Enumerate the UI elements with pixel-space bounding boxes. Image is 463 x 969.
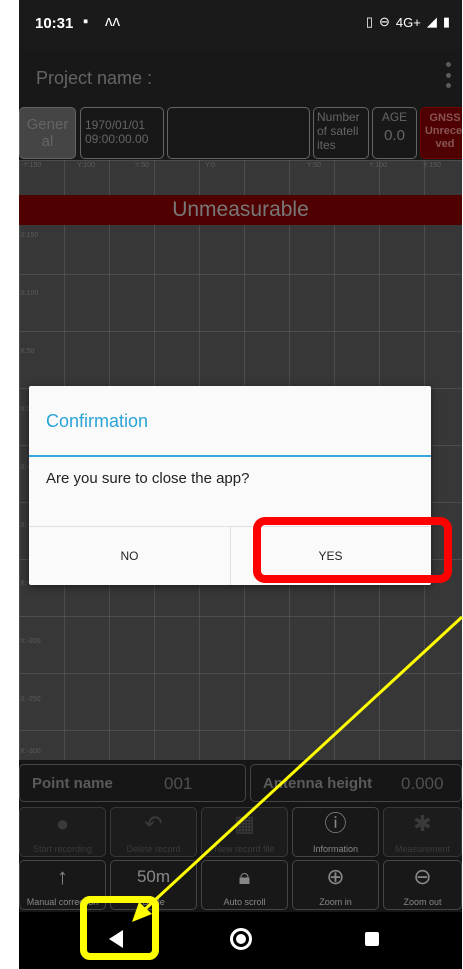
yes-highlight-box: [253, 517, 452, 583]
dialog-message: Are you sure to close the app?: [46, 470, 250, 487]
signal-icon: ◢: [426, 14, 437, 29]
network-type: 4G+: [395, 14, 421, 30]
dialog-title-divider: [29, 455, 431, 457]
battery-icon: ▮: [442, 14, 450, 29]
status-time: 10:31: [35, 15, 74, 32]
dialog-title: Confirmation: [46, 411, 149, 431]
status-bar: 10:31 ▪ ʌʌ ▯ ⊖ 4G+ ◢ ▮: [19, 0, 462, 50]
back-highlight-box: [80, 896, 159, 960]
vibrate-icon: ▯: [365, 14, 373, 29]
recents-icon[interactable]: [365, 932, 379, 946]
dnd-icon: ⊖: [379, 14, 390, 29]
no-button[interactable]: NO: [29, 527, 230, 585]
home-icon[interactable]: [230, 928, 252, 950]
notification-icon: ʌʌ: [105, 13, 120, 30]
status-icons: ▯ ⊖ 4G+ ◢ ▮: [366, 14, 450, 30]
photo-icon: ▪: [83, 13, 89, 30]
